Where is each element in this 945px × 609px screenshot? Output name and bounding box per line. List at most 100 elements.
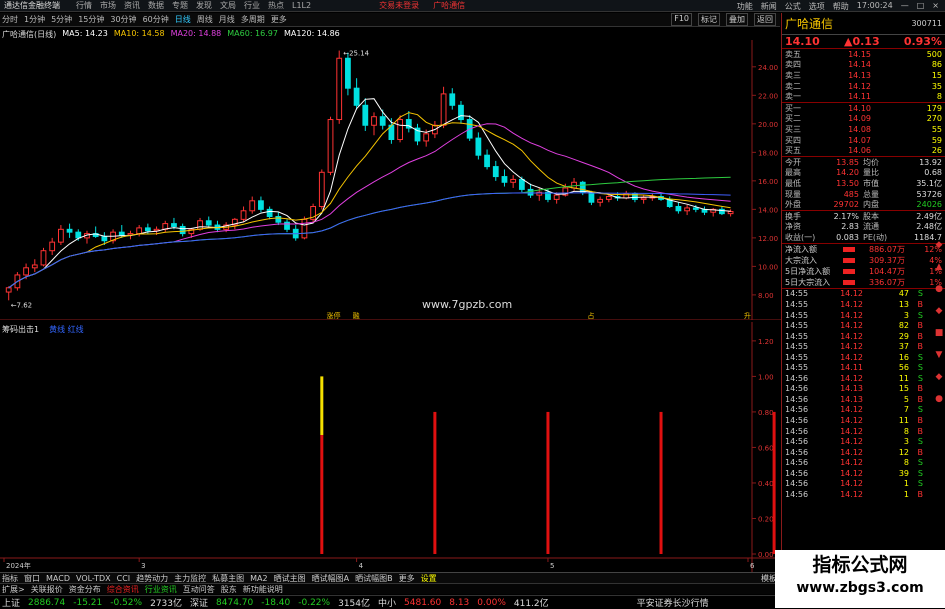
indicator-chart[interactable]: 1.201.000.800.600.400.200.002024年34567 [0,322,781,572]
ext-industry[interactable]: 行业资讯 [145,584,177,594]
menu-zixun[interactable]: 资讯 [124,0,140,11]
tick-time: 14:56 [785,394,809,404]
menu-xinwen[interactable]: 新闻 [761,1,777,11]
sh-label[interactable]: 上证 [2,596,20,609]
ask-label: 卖三 [785,70,801,80]
login-notice[interactable]: 交易未登录 [379,0,419,11]
sz-label[interactable]: 深证 [190,596,208,609]
side-icon-8[interactable]: ● [935,394,943,404]
maximize-icon[interactable]: □ [917,1,925,11]
ext-qa[interactable]: 互动问答 [183,584,215,594]
bid-label: 买四 [785,135,801,145]
period-more[interactable]: 更多 [271,14,287,25]
ask-volume: 8 [936,92,942,102]
overlay-button[interactable]: 叠加 [726,13,748,26]
tab-window[interactable]: 窗口 [24,573,40,583]
side-icon-2[interactable]: ▲ [936,262,943,272]
period-15min[interactable]: 15分钟 [78,14,104,25]
stat-value: 13.50 [836,178,859,188]
y-tick-label: 18.00 [758,149,778,157]
tab-monitor[interactable]: 主力监控 [174,573,206,583]
menu-gongshi[interactable]: 公式 [785,1,801,11]
side-icon-7[interactable]: ◆ [936,372,943,382]
bid-label: 买二 [785,114,801,124]
tab-macd[interactable]: MACD [46,574,70,583]
period-monthly[interactable]: 月线 [219,14,235,25]
tick-row: 14:55 14.11 56 S [782,363,945,374]
tab-more[interactable]: 更多 [399,573,415,583]
kline-chart[interactable]: 24.00 22.00 20.00 18.00 16.00 14.00 12.00 10.00… [0,40,781,320]
broker-name: 平安证券长沙行情 [636,599,709,609]
ext-related[interactable]: 关联报价 [31,584,63,594]
candle-body [144,227,151,232]
menu-shichang[interactable]: 市场 [100,0,116,11]
stat-key2: 市值 [863,178,879,188]
f10-button[interactable]: F10 [671,13,692,26]
tab-zhibiao[interactable]: 指标 [2,573,18,583]
menu-redian[interactable]: 热点 [268,0,284,11]
menu-bangzhu[interactable]: 帮助 [833,1,849,11]
period-weekly[interactable]: 周线 [197,14,213,25]
stat-value2: 35.1亿 [916,178,942,188]
period-daily[interactable]: 日线 [175,14,191,25]
ext-news[interactable]: 综合资讯 [107,584,139,594]
signal-bar-red [659,411,663,554]
y-tick-label: 24.00 [758,64,778,72]
x-tick-label: 6 [750,562,755,570]
back-button[interactable]: 返回 [754,13,776,26]
ext-holders[interactable]: 股东 [221,584,237,594]
tab-cci[interactable]: CCI [117,574,131,583]
ma10-label: MA10: 14.58 [113,29,165,38]
tick-time: 14:56 [785,479,809,489]
tick-volume: 1 [903,489,909,499]
y-tick-label: 14.00 [758,206,778,214]
tick-side: B [917,342,924,352]
panel-stock-name: 广哈通信 [785,17,834,31]
ext-newfeat[interactable]: 新功能说明 [243,584,283,594]
tab-ma2[interactable]: MA2 [250,574,267,583]
tab-test-a[interactable]: 晒试幅图A [312,573,349,583]
side-icon-3[interactable]: ● [935,284,943,294]
tick-side: S [917,468,923,478]
tick-row: 14:55 14.12 3 S [782,310,945,321]
candle-body [675,206,682,212]
ma5-label: MA5: 14.23 [62,29,108,38]
mark-button[interactable]: 标记 [698,13,720,26]
tab-settings[interactable]: 设置 [421,573,437,583]
period-fenshi[interactable]: 分时 [2,14,18,25]
side-icon-5[interactable]: ■ [935,328,944,338]
menu-hangqing[interactable]: 行情 [76,0,92,11]
tick-row: 14:56 14.12 8 S [782,457,945,468]
ext-expand[interactable]: 扩展> [2,584,25,594]
zx-pct: 0.00% [477,597,506,608]
menu-zhuanti[interactable]: 专题 [172,0,188,11]
tab-private[interactable]: 私募主图 [212,573,244,583]
tab-test-main[interactable]: 晒试主图 [274,573,306,583]
menu-wenju[interactable]: 文局 [220,0,236,11]
minimize-icon[interactable]: — [901,1,909,11]
menu-l1l2[interactable]: L1L2 [292,1,311,10]
period-60min[interactable]: 60分钟 [143,14,169,25]
side-icon-4[interactable]: ◆ [936,306,943,316]
candle-body [266,208,273,217]
period-multi[interactable]: 多周期 [241,14,265,25]
ext-fund[interactable]: 资金分布 [69,584,101,594]
menu-faxian[interactable]: 发现 [196,0,212,11]
period-5min[interactable]: 5分钟 [51,14,72,25]
zx-label[interactable]: 中小 [378,596,396,609]
tab-vol[interactable]: VOL-TDX [76,574,111,583]
side-icon-6[interactable]: ▼ [936,350,943,360]
tick-list[interactable]: 14:55 14.12 47 S 14:55 14.12 13 B 14:55 14.12 3 S 14… [782,287,945,500]
menu-gongneng[interactable]: 功能 [737,1,753,11]
tab-test-b[interactable]: 晒试幅图B [355,573,393,583]
period-1min[interactable]: 1分钟 [24,14,45,25]
side-icon-1[interactable]: ◆ [936,240,943,250]
menu-shuju[interactable]: 数据 [148,0,164,11]
tab-trend[interactable]: 趋势动力 [136,573,168,583]
period-30min[interactable]: 30分钟 [110,14,136,25]
menu-xuanxiang[interactable]: 选项 [809,1,825,11]
stat-key: 现量 [785,189,801,199]
menu-hangye[interactable]: 行业 [244,0,260,11]
close-icon[interactable]: × [932,1,939,11]
ask-volume: 15 [931,70,942,80]
